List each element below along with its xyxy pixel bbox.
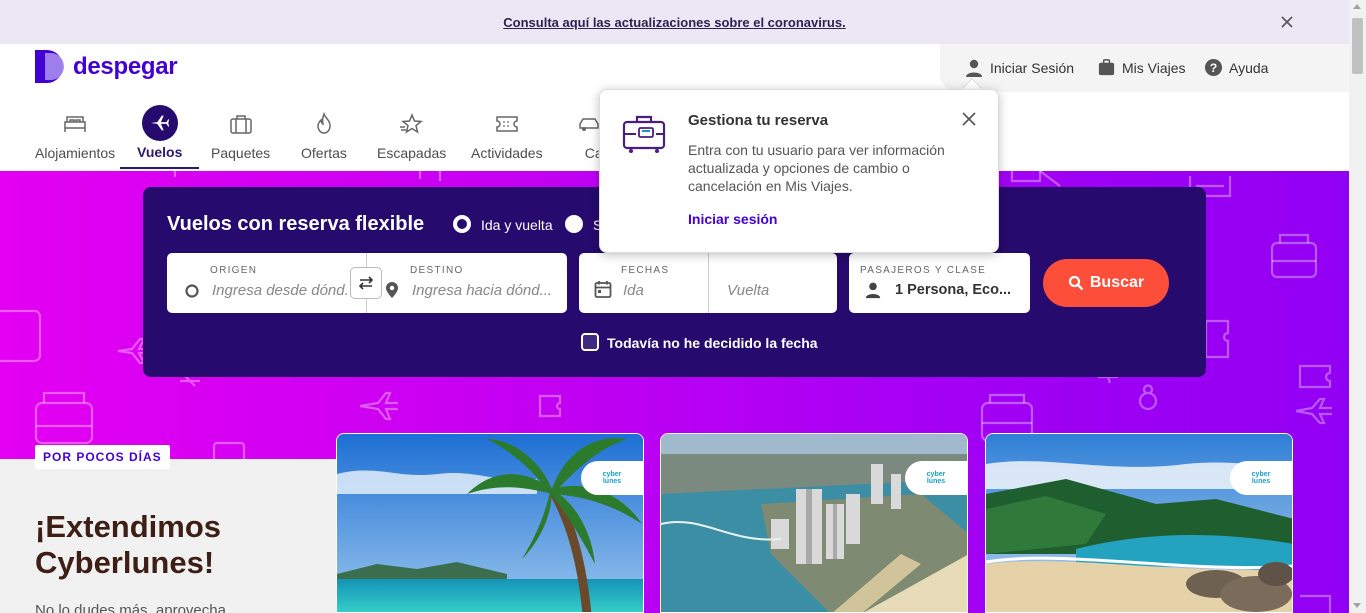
scroll-up-arrow[interactable] [1353,4,1361,9]
my-trips-button[interactable]: Mis Viajes [1097,58,1186,77]
nav-label: Vuelos [137,144,183,160]
magnifier-icon [1068,275,1084,291]
page-scrollbar[interactable] [1349,0,1366,613]
destination-input[interactable]: Ingresa hacia dónd... [412,282,552,299]
bed-icon [64,116,86,132]
dates-field [579,253,837,313]
cyberlunes-badge: cyber lunes [905,461,967,495]
popover-login-link[interactable]: Iniciar sesión [688,211,777,227]
covid-banner-link[interactable]: Consulta aquí las actualizaciones sobre … [503,15,845,30]
nav-item-vuelos[interactable]: Vuelos [137,105,182,160]
origin-input[interactable]: Ingresa desde dónd... [212,282,348,299]
origin-caption: ORIGEN [210,265,258,276]
search-title: Vuelos con reserva flexible [167,213,425,235]
logo-text: despegar [73,52,178,80]
login-label: Iniciar Sesión [990,60,1075,76]
badge-line1: cyber [602,471,622,478]
help-button[interactable]: ? Ayuda [1204,58,1268,77]
nav-label: Paquetes [211,145,271,161]
promo-tag: POR POCOS DÍAS [35,445,170,469]
roundtrip-label: Ida y vuelta [481,217,553,233]
svg-text:?: ? [1210,61,1218,75]
popover-body: Entra con tu usuario para ver informació… [688,142,945,194]
swap-button[interactable] [350,267,382,299]
swap-arrows-icon [358,276,374,290]
location-pin-icon [386,282,398,298]
dates-caption: FECHAS [621,265,670,276]
luggage-icon [622,115,666,153]
suitcase-icon [229,115,252,134]
destination-caption: DESTINO [410,265,464,276]
user-icon [966,59,982,77]
my-trips-label: Mis Viajes [1122,59,1186,76]
undecided-date-checkbox[interactable] [581,333,599,351]
offer-card-city-aerial[interactable]: cyber lunes [660,433,968,613]
depart-date-input[interactable]: Ida [623,282,644,299]
offer-card-tropical-bay[interactable]: cyber lunes [985,433,1293,613]
badge-line1: cyber [1251,471,1271,478]
close-icon[interactable] [1279,14,1295,30]
car-icon [579,118,599,131]
promo-title: ¡Extendimos Cyberlunes! [35,509,222,580]
calendar-icon [594,281,612,298]
help-icon: ? [1204,58,1223,77]
badge-line2: lunes [926,478,946,485]
login-button[interactable]: Iniciar Sesión [964,58,1074,78]
scroll-down-arrow[interactable] [1353,603,1361,608]
origin-circle-icon [185,284,199,298]
despegar-logo[interactable]: despegar [35,50,178,83]
undecided-date-label: Todavía no he decidido la fecha [607,335,818,351]
covid-banner: Consulta aquí las actualizaciones sobre … [0,0,1349,44]
star-plane-icon [399,113,423,134]
nav-item-escapadas[interactable]: Escapadas [377,106,446,161]
nav-label: Escapadas [377,145,447,161]
roundtrip-radio[interactable] [453,215,471,233]
cyberlunes-badge: cyber lunes [581,461,643,495]
help-label: Ayuda [1229,59,1269,76]
badge-line2: lunes [1251,478,1271,485]
nav-label: Alojamientos [35,145,116,161]
nav-item-paquetes[interactable]: Paquetes [211,106,270,161]
suitcase-icon [1098,59,1115,76]
return-date-input[interactable]: Vuelta [727,282,769,299]
user-icon [865,282,881,299]
close-icon[interactable] [961,111,977,127]
offer-card-beach-palm[interactable]: cyber lunes [336,433,644,613]
passengers-value: 1 Persona, Eco... [895,282,1012,298]
ticket-icon [496,116,518,132]
search-button[interactable]: Buscar [1043,259,1169,307]
nav-label: Actividades [471,145,543,161]
nav-item-alojamientos[interactable]: Alojamientos [35,106,115,161]
oneway-radio[interactable] [565,215,583,233]
nav-item-ofertas[interactable]: Ofertas [301,106,347,161]
plane-icon [150,115,169,131]
popover-title: Gestiona tu reserva [688,112,829,129]
fire-icon [317,112,331,134]
search-button-label: Buscar [1089,274,1145,291]
passengers-caption: PASAJEROS Y CLASE [860,265,987,276]
badge-line1: cyber [926,471,946,478]
nav-item-actividades[interactable]: Actividades [471,106,543,161]
nav-active-indicator [120,167,199,169]
cyberlunes-badge: cyber lunes [1230,461,1292,495]
promo-text: No lo dudes más, aprovecha [35,602,226,613]
scroll-thumb[interactable] [1352,18,1363,74]
logo-icon [35,50,64,83]
badge-line2: lunes [602,478,622,485]
nav-label: Ofertas [301,145,347,161]
